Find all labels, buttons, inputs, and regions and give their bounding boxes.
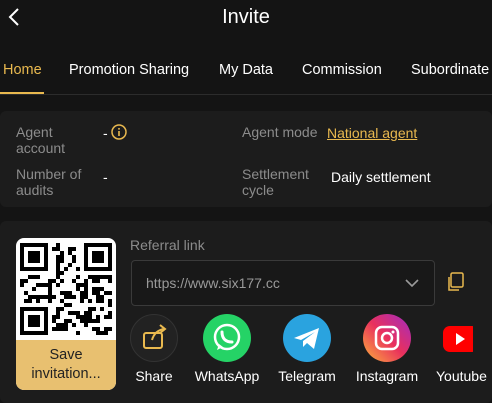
whatsapp-icon	[203, 314, 251, 362]
share-option-instagram[interactable]: Instagram	[347, 314, 427, 384]
share-label: Share	[135, 368, 173, 384]
agent-account-label: Agent account	[16, 124, 66, 156]
referral-link-value: https://www.six177.cc	[146, 275, 280, 291]
share-option-telegram[interactable]: Telegram	[267, 314, 347, 384]
instagram-icon	[363, 314, 411, 362]
audits-value: -	[103, 169, 108, 185]
tab-promotion-sharing[interactable]: Promotion Sharing	[69, 62, 189, 78]
referral-link-label: Referral link	[130, 237, 205, 253]
active-tab-indicator	[0, 92, 44, 94]
tab-commission[interactable]: Commission	[302, 62, 382, 78]
instagram-label: Instagram	[355, 368, 419, 384]
qr-code-card: Save invitation...	[16, 238, 116, 390]
save-label-line2: invitation...	[31, 366, 101, 382]
tab-my-data[interactable]: My Data	[219, 62, 273, 78]
header: Invite	[0, 0, 492, 46]
save-invitation-button[interactable]: Save invitation...	[16, 340, 116, 390]
telegram-icon	[283, 314, 331, 362]
tab-subordinate[interactable]: Subordinate	[411, 62, 489, 78]
info-icon[interactable]	[111, 124, 127, 140]
save-label-line1: Save	[49, 347, 83, 363]
share-icon	[130, 314, 178, 362]
whatsapp-label: WhatsApp	[194, 368, 260, 384]
audits-label: Number of audits	[16, 166, 82, 198]
agent-mode-value[interactable]: National agent	[327, 125, 417, 141]
settlement-label: Settlement cycle	[242, 166, 309, 198]
share-option-youtube[interactable]: Youtube	[427, 314, 492, 384]
share-option-whatsapp[interactable]: WhatsApp	[187, 314, 267, 384]
telegram-label: Telegram	[278, 368, 336, 384]
chevron-down-icon[interactable]	[404, 276, 420, 290]
referral-link-field[interactable]: https://www.six177.cc	[131, 260, 435, 306]
agent-mode-label: Agent mode	[242, 124, 318, 140]
share-option-share[interactable]: Share	[114, 314, 194, 384]
tab-bar: Home Promotion Sharing My Data Commissio…	[0, 46, 492, 95]
tab-home[interactable]: Home	[3, 62, 42, 78]
page-title: Invite	[222, 6, 270, 28]
copy-icon[interactable]	[447, 272, 465, 292]
agent-account-value: -	[103, 125, 108, 141]
qr-code-image	[20, 243, 112, 335]
youtube-icon	[443, 314, 473, 362]
youtube-label: Youtube	[436, 368, 487, 384]
settlement-value: Daily settlement	[331, 169, 431, 185]
